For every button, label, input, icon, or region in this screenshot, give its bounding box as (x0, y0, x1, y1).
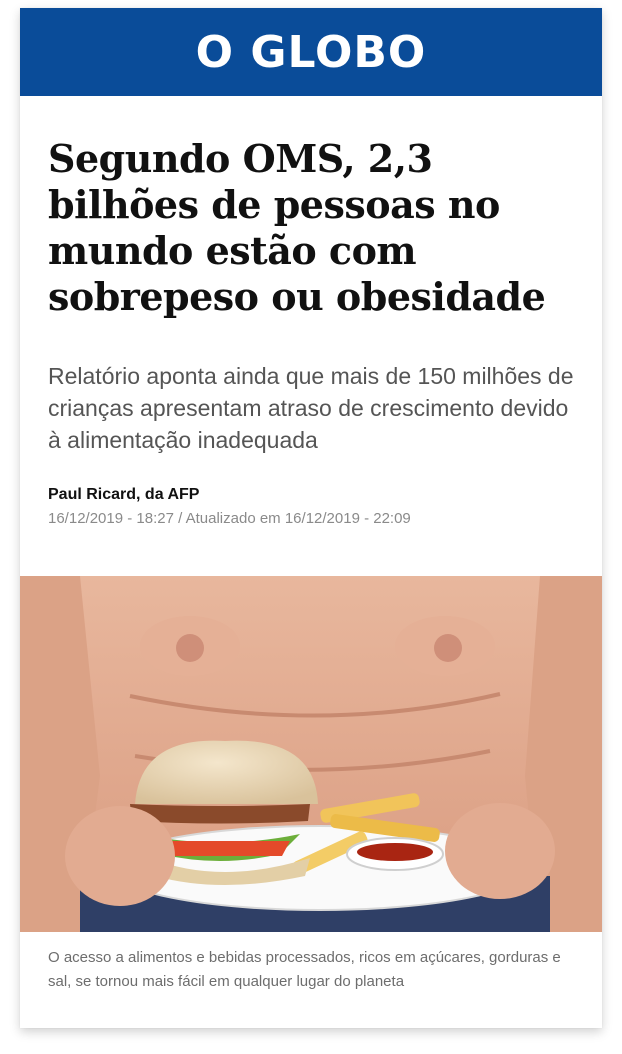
o-globo-logo[interactable]: O GLOBO (196, 27, 427, 78)
article-byline: Paul Ricard, da AFP (48, 486, 200, 503)
article-headline: Segundo OMS, 2,3 bilhões de pessoas no m… (48, 136, 546, 319)
photo-caption: O acesso a alimentos e bebidas processad… (48, 949, 561, 990)
article-photo (20, 576, 602, 932)
article-header: Segundo OMS, 2,3 bilhões de pessoas no m… (20, 136, 602, 527)
article-card: O GLOBO Segundo OMS, 2,3 bilhões de pess… (20, 8, 602, 1028)
photo-illustration (20, 576, 602, 932)
masthead: O GLOBO (20, 8, 602, 96)
article-subheadline: Relatório aponta ainda que mais de 150 m… (48, 363, 574, 453)
article-dateline: 16/12/2019 - 18:27 / Atualizado em 16/12… (48, 510, 411, 527)
